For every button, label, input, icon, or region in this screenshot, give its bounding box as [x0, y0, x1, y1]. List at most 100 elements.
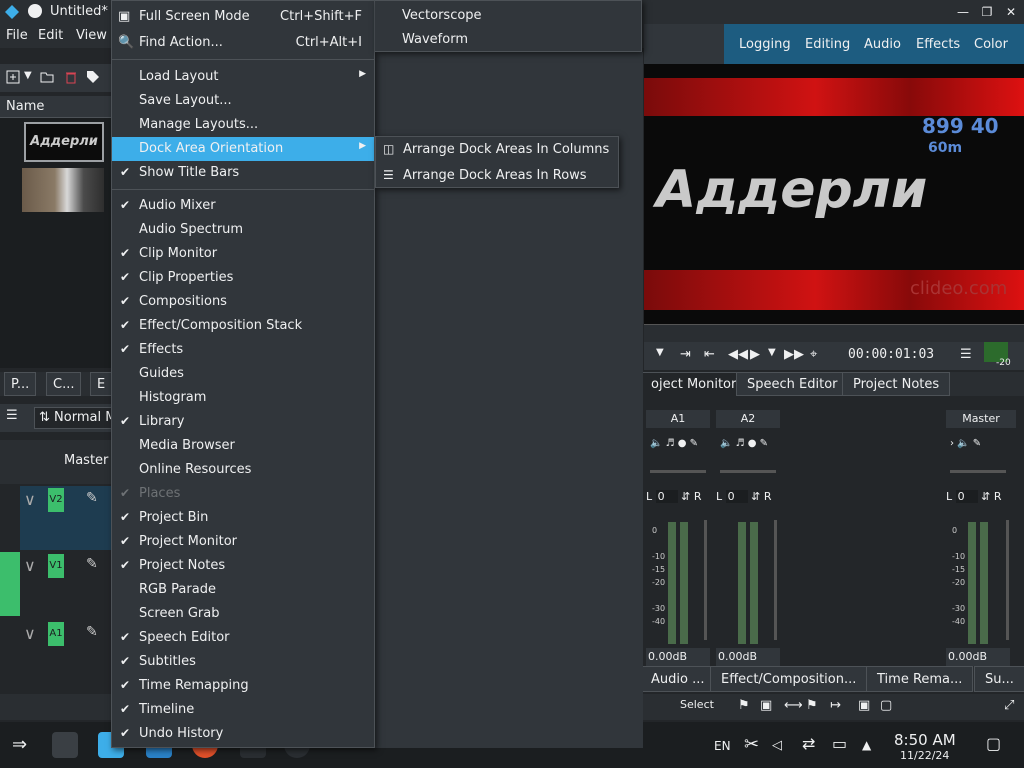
spacer-icon[interactable]: ⟷: [784, 698, 803, 713]
show-desktop-icon[interactable]: ▢: [986, 734, 1001, 753]
chevron-down-icon[interactable]: ∨: [24, 624, 36, 643]
tab-effect-stack[interactable]: Effect/Composition...: [710, 666, 868, 692]
db-value[interactable]: 0.00dB: [716, 648, 780, 666]
scissors-icon[interactable]: ✂: [744, 734, 759, 755]
menu-icon[interactable]: ☰: [960, 347, 972, 362]
menu-item-dock-project-notes[interactable]: ✔ Project Notes: [112, 554, 374, 578]
menu-item-dock-library[interactable]: ✔ Library: [112, 410, 374, 434]
menu-item-manage-layouts[interactable]: Manage Layouts...: [112, 113, 374, 137]
menu-item-dock-screen-grab[interactable]: Screen Grab: [112, 602, 374, 626]
menu-item-dock-effect-composition-stack[interactable]: ✔ Effect/Composition Stack: [112, 314, 374, 338]
menu-item-find-action[interactable]: 🔍 Find Action... Ctrl+Alt+I: [112, 31, 374, 55]
network-icon[interactable]: ⇄: [802, 734, 815, 753]
track-v1[interactable]: ∨ V1 ✎: [20, 552, 112, 616]
wand-icon[interactable]: ✎: [86, 556, 98, 572]
volume-fader[interactable]: [1006, 520, 1009, 640]
wand-icon[interactable]: ✎: [86, 490, 98, 506]
menu-view[interactable]: View: [76, 28, 107, 43]
tab-project-bin[interactable]: P...: [4, 372, 37, 396]
display-icon[interactable]: ▭: [832, 734, 847, 753]
folder-icon[interactable]: [40, 70, 54, 84]
zoom-icon[interactable]: ▢: [880, 698, 892, 713]
db-value[interactable]: 0.00dB: [646, 648, 710, 666]
menu-item-dock-media-browser[interactable]: Media Browser: [112, 434, 374, 458]
menu-item-arrange-rows[interactable]: ☰ Arrange Dock Areas In Rows: [376, 164, 618, 188]
tab-project-monitor[interactable]: oject Monitor: [640, 372, 748, 396]
tag-icon[interactable]: ⚑: [738, 698, 750, 713]
menu-item-save-layout[interactable]: Save Layout...: [112, 89, 374, 113]
menu-item-dock-timeline[interactable]: ✔ Timeline: [112, 698, 374, 722]
chevron-down-icon[interactable]: ▼: [656, 347, 664, 358]
menu-item-dock-project-monitor[interactable]: ✔ Project Monitor: [112, 530, 374, 554]
monitor-timecode[interactable]: 00:00:01:03: [848, 347, 934, 362]
settings-sliders-icon[interactable]: ☰: [6, 408, 18, 423]
track-a1[interactable]: ∨ A1 ✎: [20, 620, 112, 684]
tray-expand-icon[interactable]: ▲: [862, 738, 871, 752]
workspace-editing[interactable]: Editing: [805, 37, 850, 52]
launcher-icon[interactable]: ⇒: [12, 734, 27, 755]
fit-icon[interactable]: ⤢: [1004, 698, 1014, 713]
tab-time-remapping[interactable]: Time Rema...: [866, 666, 974, 692]
volume-fader[interactable]: [704, 520, 707, 640]
tab-compositions[interactable]: C...: [46, 372, 82, 396]
pan-slider[interactable]: [950, 470, 1006, 473]
db-value[interactable]: 0.00dB: [946, 648, 1010, 666]
menu-item-dock-histogram[interactable]: Histogram: [112, 386, 374, 410]
menu-item-dock-audio-spectrum[interactable]: Audio Spectrum: [112, 218, 374, 242]
menu-item-show-title-bars[interactable]: ✔ Show Title Bars: [112, 161, 374, 185]
minimize-icon[interactable]: —: [954, 3, 972, 21]
menu-item-vectorscope[interactable]: Vectorscope: [375, 4, 641, 28]
workspace-logging[interactable]: Logging: [739, 37, 791, 52]
crop-icon[interactable]: ⌖: [810, 347, 817, 362]
chevron-down-icon[interactable]: ∨: [24, 556, 36, 575]
tab-effects[interactable]: E: [90, 372, 113, 396]
set-out-icon[interactable]: ⇤: [704, 347, 715, 362]
project-monitor-view[interactable]: 899 40 60m Аддерли clideo.com: [644, 64, 1024, 324]
menu-item-dock-compositions[interactable]: ✔ Compositions: [112, 290, 374, 314]
edit-mode-select[interactable]: ⇅ Normal M: [34, 407, 112, 429]
forward-icon[interactable]: ▶▶: [784, 347, 804, 362]
track-v2[interactable]: ∨ V2 ✎: [20, 486, 112, 550]
tab-audio-mixer[interactable]: Audio ...: [640, 666, 716, 692]
volume-icon[interactable]: ◁: [772, 738, 782, 753]
menu-item-dock-speech-editor[interactable]: ✔ Speech Editor: [112, 626, 374, 650]
menu-item-dock-subtitles[interactable]: ✔ Subtitles: [112, 650, 374, 674]
menu-item-dock-project-bin[interactable]: ✔ Project Bin: [112, 506, 374, 530]
volume-fader[interactable]: [774, 520, 777, 640]
tab-speech-editor[interactable]: Speech Editor: [736, 372, 849, 396]
tab-project-notes[interactable]: Project Notes: [842, 372, 951, 396]
set-in-icon[interactable]: ⇥: [680, 347, 691, 362]
menu-file[interactable]: File: [6, 28, 28, 43]
select-tool-label[interactable]: Select: [680, 698, 714, 711]
play-icon[interactable]: ▶: [750, 347, 760, 362]
menu-item-dock-online-resources[interactable]: Online Resources: [112, 458, 374, 482]
menu-item-dock-clip-properties[interactable]: ✔ Clip Properties: [112, 266, 374, 290]
clip-thumbnail[interactable]: Аддерли: [24, 122, 104, 162]
app-menu-icon[interactable]: [28, 4, 42, 18]
pan-slider[interactable]: [650, 470, 706, 473]
align-icon[interactable]: ↦: [830, 698, 841, 713]
close-icon[interactable]: ✕: [1002, 3, 1020, 21]
delete-icon[interactable]: [64, 70, 78, 84]
channel-controls-icon[interactable]: 🔈 ♬ ● ✎: [650, 438, 698, 449]
menu-item-dock-undo-history[interactable]: ✔ Undo History: [112, 722, 374, 746]
chevron-down-icon[interactable]: ▼: [24, 70, 38, 84]
menu-edit[interactable]: Edit: [38, 28, 63, 43]
chevron-down-icon[interactable]: ∨: [24, 490, 36, 509]
film-icon[interactable]: ▣: [760, 698, 772, 713]
zoom-fit-icon[interactable]: ▣: [858, 698, 870, 713]
menu-item-dock-time-remapping[interactable]: ✔ Time Remapping: [112, 674, 374, 698]
rewind-icon[interactable]: ◀◀: [728, 347, 748, 362]
maximize-icon[interactable]: ❐: [978, 3, 996, 21]
menu-item-dock-clip-monitor[interactable]: ✔ Clip Monitor: [112, 242, 374, 266]
channel-controls-icon[interactable]: › 🔈 ✎: [950, 438, 981, 449]
flag-icon[interactable]: ⚑: [806, 698, 818, 713]
menu-item-dock-guides[interactable]: Guides: [112, 362, 374, 386]
system-settings-icon[interactable]: [52, 732, 78, 758]
menu-item-full-screen[interactable]: ▣ Full Screen Mode Ctrl+Shift+F: [112, 5, 374, 29]
chevron-down-icon[interactable]: ▼: [768, 347, 776, 358]
menu-item-load-layout[interactable]: Load Layout ▶: [112, 65, 374, 89]
add-clip-icon[interactable]: [6, 70, 20, 84]
channel-controls-icon[interactable]: 🔈 ♬ ● ✎: [720, 438, 768, 449]
tag-icon[interactable]: [86, 70, 100, 84]
